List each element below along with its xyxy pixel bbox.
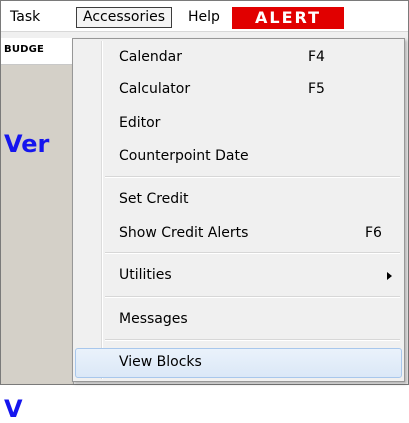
submenu-arrow-icon [387,272,392,280]
background-header-text: BUDGE [4,44,45,55]
menu-item-editor[interactable]: Editor [75,109,402,139]
menu-item-shortcut: F5 [308,81,325,97]
background-heading: Ver [4,130,50,158]
menu-item-label: Calculator [119,81,191,97]
menu-separator [105,176,400,178]
menu-item-set-credit[interactable]: Set Credit [75,185,402,215]
menu-separator [105,252,400,254]
menu-item-messages[interactable]: Messages [75,305,402,335]
menu-item-label: Set Credit [119,191,189,207]
menu-item-label: View Blocks [119,354,202,370]
accessories-dropdown: Calendar F4 Calculator F5 Editor Counter… [72,38,405,382]
menu-help[interactable]: Help [182,7,226,28]
menu-item-view-blocks[interactable]: View Blocks [75,348,402,378]
menu-item-label: Messages [119,311,188,327]
menu-accessories[interactable]: Accessories [76,7,173,28]
menu-item-counterpoint-date[interactable]: Counterpoint Date [75,142,402,172]
menu-item-calculator[interactable]: Calculator F5 [75,75,402,105]
menu-item-utilities[interactable]: Utilities [75,261,402,291]
menu-item-shortcut: F6 [365,225,382,241]
background-heading-2: V [4,395,23,423]
menu-task[interactable]: Task [4,7,46,28]
menu-item-label: Counterpoint Date [119,148,249,164]
menu-item-label: Editor [119,115,161,131]
menu-item-show-credit-alerts[interactable]: Show Credit Alerts F6 [75,219,402,249]
menu-separator [105,296,400,298]
menu-bar: Task Accessories Help ALERT [1,1,408,32]
menu-item-label: Show Credit Alerts [119,225,249,241]
menu-item-shortcut: F4 [308,49,325,65]
menu-separator [105,339,400,341]
menu-item-label: Calendar [119,49,182,65]
alert-badge[interactable]: ALERT [232,7,344,29]
menu-item-calendar[interactable]: Calendar F4 [75,43,402,73]
background-window: BUDGE Ver V [1,38,74,423]
menu-item-label: Utilities [119,267,172,283]
background-header: BUDGE [1,38,73,65]
